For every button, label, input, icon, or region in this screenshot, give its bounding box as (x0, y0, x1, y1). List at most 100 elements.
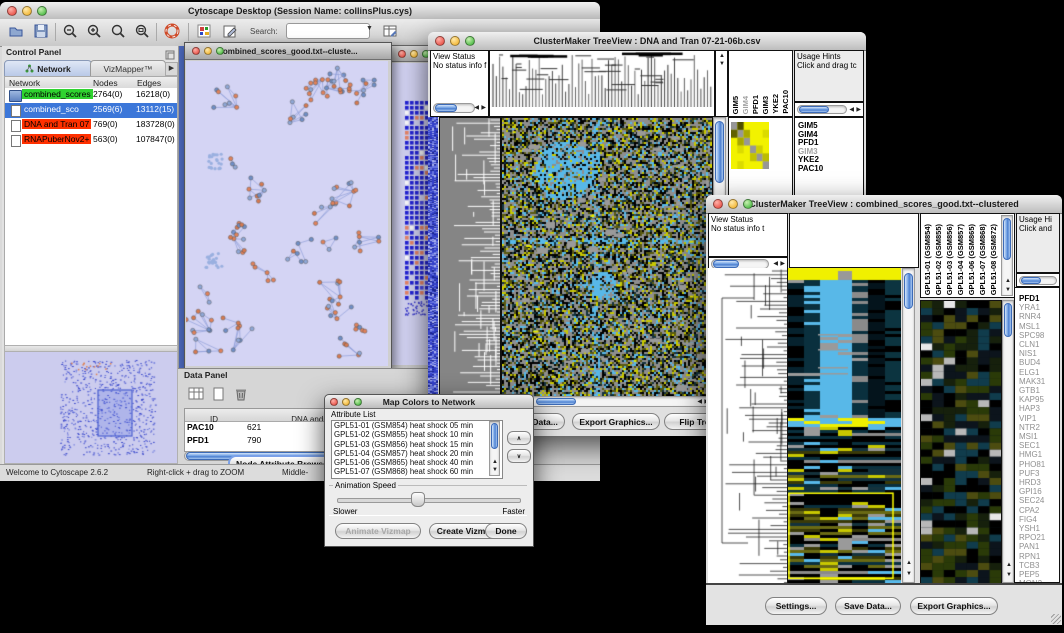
column-header-nodes[interactable]: Nodes (93, 78, 118, 88)
delete-attribute-icon[interactable] (231, 384, 251, 404)
usage-scrollbar[interactable] (797, 105, 847, 114)
scrollbar-thumb[interactable] (799, 106, 829, 113)
gene-label[interactable]: PUF3 (1019, 469, 1059, 478)
gene-label[interactable]: RNR4 (1019, 312, 1059, 321)
gene-label[interactable]: HMG1 (1019, 450, 1059, 459)
table-cell[interactable]: 790 (247, 435, 261, 445)
gene-label[interactable]: NIS1 (1019, 349, 1059, 358)
table-mode-icon[interactable] (186, 384, 206, 404)
tv1-heatmap[interactable] (501, 117, 713, 397)
gene-label[interactable]: SPC98 (1019, 331, 1059, 340)
zoom-button[interactable] (354, 398, 362, 406)
cytoscape-titlebar[interactable]: Cytoscape Desktop (Session Name: collins… (0, 2, 600, 20)
gene-label[interactable]: CLN1 (1019, 340, 1059, 349)
scroll-left-arrow[interactable]: ◀ (474, 105, 479, 111)
attribute-list-item[interactable]: GPL51-04 (GSM857) heat shock 20 min (332, 449, 502, 458)
attribute-list-item[interactable]: GPL51-07 (GSM868) heat shock 60 min (332, 467, 502, 476)
gene-label[interactable]: MSI1 (1019, 432, 1059, 441)
attribute-list-item[interactable]: GPL51-02 (GSM855) heat shock 10 min (332, 430, 502, 439)
gene-label[interactable]: YSH1 (1019, 524, 1059, 533)
tv2-vscrollbar[interactable]: ▲ ▼ (902, 268, 915, 583)
tab-vizmapper[interactable]: VizMapper™ (90, 60, 166, 77)
new-attribute-icon[interactable] (209, 384, 229, 404)
gene-label[interactable]: ELG1 (1019, 368, 1059, 377)
scroll-up-arrow[interactable]: ▲ (1005, 278, 1011, 284)
scroll-down-arrow[interactable]: ▼ (906, 571, 912, 577)
scroll-up-arrow[interactable]: ▲ (492, 459, 498, 465)
open-icon[interactable] (6, 21, 26, 41)
tv2-selected-cluster-heatmap[interactable] (920, 300, 1002, 585)
zoom-button[interactable] (216, 47, 224, 55)
column-label[interactable]: GIM4 (741, 96, 750, 114)
close-button[interactable] (713, 199, 723, 209)
gene-label[interactable]: KAP95 (1019, 395, 1059, 404)
view-status-scrollbar[interactable] (433, 103, 475, 113)
zoom-button[interactable] (465, 36, 475, 46)
tv1-selected-cluster-matrix[interactable] (731, 122, 769, 169)
column-dendrogram[interactable] (490, 51, 714, 107)
minimize-button[interactable] (728, 199, 738, 209)
zoom-selected-icon[interactable] (108, 21, 128, 41)
column-label[interactable]: GIM5 (731, 96, 740, 114)
gene-label[interactable]: SEC24 (1019, 496, 1059, 505)
attribute-list-item[interactable]: GPL51-01 (GSM854) heat shock 05 min (332, 421, 502, 430)
vizmapper-icon[interactable] (194, 21, 214, 41)
column-label[interactable]: GPL51-08 (GSM872) (989, 224, 998, 295)
scroll-down-arrow[interactable]: ▼ (1006, 572, 1012, 578)
gene-label[interactable]: TCB3 (1019, 561, 1059, 570)
gene-label[interactable]: MSL1 (1019, 322, 1059, 331)
help-lifesaver-icon[interactable] (162, 21, 182, 41)
close-button[interactable] (435, 36, 445, 46)
scroll-left-arrow[interactable]: ◀ (697, 399, 702, 405)
column-header-edges[interactable]: Edges (137, 78, 161, 88)
tv2-heatmap[interactable] (788, 268, 901, 583)
column-label[interactable]: GIM3 (761, 96, 770, 114)
scroll-right-arrow[interactable]: ▶ (856, 107, 861, 113)
annotation-icon[interactable] (220, 21, 240, 41)
close-button[interactable] (7, 6, 17, 16)
network-table-row[interactable]: DNA and Tran 07769(0)183728(0) (5, 118, 177, 133)
network-canvas[interactable] (186, 61, 388, 366)
table-row[interactable]: PAC10 (187, 422, 214, 432)
scrollbar-thumb[interactable] (1004, 303, 1012, 337)
done-button[interactable]: Done (485, 523, 527, 539)
scroll-up-arrow[interactable]: ▲ (719, 53, 725, 59)
gene-label[interactable]: PAN1 (1019, 542, 1059, 551)
resize-grip[interactable] (1051, 614, 1061, 624)
minimize-button[interactable] (410, 50, 418, 58)
scroll-down-arrow[interactable]: ▼ (1005, 287, 1011, 293)
scroll-right-arrow[interactable]: ▶ (481, 105, 486, 111)
table-cell[interactable]: 621 (247, 422, 261, 432)
scroll-up-arrow[interactable]: ▲ (906, 560, 912, 566)
network-table-row[interactable]: combined_sco2569(6)13112(15) (5, 103, 177, 118)
scrollbar-thumb[interactable] (1021, 277, 1041, 284)
tv2-settings-button[interactable]: Settings... (765, 597, 827, 615)
animate-vizmap-button[interactable]: Animate Vizmap (335, 523, 421, 539)
zoom-out-icon[interactable] (60, 21, 80, 41)
attribute-browser-icon[interactable] (380, 21, 400, 41)
scroll-right-arrow[interactable]: ▶ (780, 261, 785, 267)
column-label[interactable]: GPL51-06 (GSM865) (967, 224, 976, 295)
birdseye-view[interactable] (4, 351, 178, 464)
table-row[interactable]: PFD1 (187, 435, 209, 445)
column-label[interactable]: GPL51-04 (GSM857) (956, 224, 965, 295)
usage-scrollbar[interactable] (1019, 276, 1057, 285)
network-table-row[interactable]: combined_scores2764(0)16218(0) (5, 88, 177, 103)
column-label[interactable]: GPL51-02 (GSM855) (934, 224, 943, 295)
scrollbar-thumb[interactable] (435, 104, 457, 112)
minimize-button[interactable] (204, 47, 212, 55)
tab-overflow-arrow[interactable]: ▶ (165, 62, 178, 76)
minimize-button[interactable] (450, 36, 460, 46)
scroll-left-arrow[interactable]: ◀ (849, 107, 854, 113)
gene-label[interactable]: NTR2 (1019, 423, 1059, 432)
gene-label[interactable]: SEC1 (1019, 441, 1059, 450)
scrollbar-thumb[interactable] (713, 260, 739, 268)
move-down-button[interactable]: ∨ (507, 449, 531, 463)
close-button[interactable] (192, 47, 200, 55)
tv2-save-data-button[interactable]: Save Data... (835, 597, 901, 615)
gene-label[interactable]: CPA2 (1019, 506, 1059, 515)
tv1-column-tree-panel[interactable] (489, 50, 715, 117)
gene-label[interactable]: PHO81 (1019, 460, 1059, 469)
scrollbar-thumb[interactable] (715, 121, 724, 183)
gene-label[interactable]: RPO21 (1019, 533, 1059, 542)
